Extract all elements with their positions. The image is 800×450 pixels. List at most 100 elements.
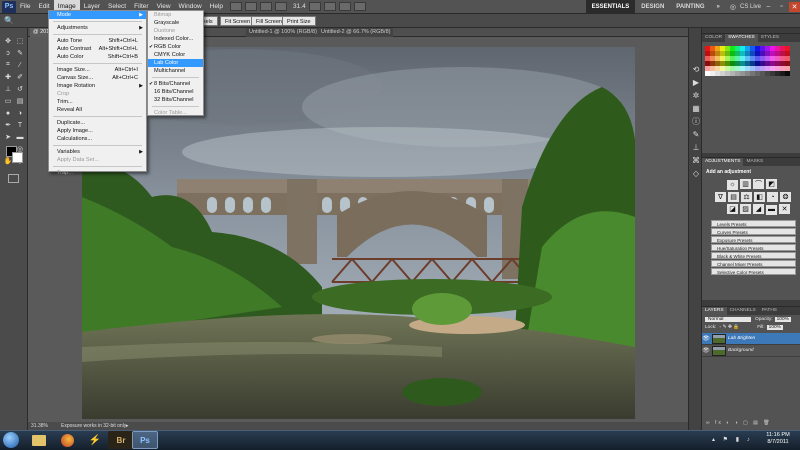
- mode-menu-item-multichannel[interactable]: Multichannel: [148, 67, 203, 75]
- navigator-icon[interactable]: ✲: [691, 90, 701, 100]
- workspace-more[interactable]: »: [711, 0, 726, 14]
- image-menu-item-image-rotation[interactable]: Image Rotation ▶: [49, 82, 146, 90]
- minibridge-button[interactable]: [245, 2, 258, 11]
- fit-screen-button[interactable]: Fit Screen: [220, 16, 256, 26]
- image-menu-item-variables[interactable]: Variables ▶: [49, 148, 146, 156]
- blend-mode-select[interactable]: Normal: [705, 317, 751, 322]
- layers-footer-icons[interactable]: ∞ fx ◐ ◑ ▢ ▤ 🗑: [706, 420, 772, 426]
- history-brush-tool-icon[interactable]: ↺: [15, 84, 25, 94]
- explorer-icon[interactable]: [26, 431, 52, 449]
- mode-menu-item-lab-color[interactable]: Lab Color: [148, 59, 203, 67]
- status-menu-arrow-icon[interactable]: ▸: [126, 422, 129, 430]
- quick-select-tool-icon[interactable]: ✎: [15, 48, 25, 58]
- mode-menu-item-8-bits-channel[interactable]: ✔ 8 Bits/Channel: [148, 80, 203, 88]
- start-button[interactable]: [3, 432, 19, 448]
- vibrance-icon[interactable]: ∇: [715, 191, 726, 202]
- tab-adjustments[interactable]: ADJUSTMENTS: [702, 158, 744, 166]
- info-icon[interactable]: ⓘ: [691, 116, 701, 126]
- image-menu-item-auto-color[interactable]: Auto Color Shift+Ctrl+B: [49, 53, 146, 61]
- selective-color-icon[interactable]: ✕: [779, 204, 790, 214]
- tab-styles[interactable]: STYLES: [758, 34, 782, 42]
- type-tool-icon[interactable]: T: [15, 120, 25, 130]
- cs-live-button[interactable]: CS Live: [740, 4, 761, 10]
- preset-channel-mixer-presets[interactable]: Channel Mixer Presets: [711, 259, 796, 267]
- background-color-swatch[interactable]: [12, 152, 23, 163]
- color-balance-icon[interactable]: ⚖: [741, 191, 752, 202]
- levels-icon[interactable]: ▥: [740, 179, 751, 189]
- winamp-icon[interactable]: ⚡: [82, 431, 108, 449]
- history-icon[interactable]: ⟲: [691, 64, 701, 74]
- mode-menu-item-cmyk-color[interactable]: CMYK Color: [148, 51, 203, 59]
- brush-presets-icon[interactable]: ✎: [691, 129, 701, 139]
- move-tool-icon[interactable]: ✥: [3, 36, 13, 46]
- mode-menu-item-16-bits-channel[interactable]: 16 Bits/Channel: [148, 88, 203, 96]
- visibility-eye-icon[interactable]: 👁: [702, 335, 710, 342]
- rotate-view-button[interactable]: [323, 2, 336, 11]
- tab-untitled-1[interactable]: Untitled-1 @ 100% (RGB/8): [246, 28, 320, 37]
- tab-paths[interactable]: PATHS: [759, 307, 780, 315]
- image-menu-item-image-size[interactable]: Image Size... Alt+Ctrl+I: [49, 66, 146, 74]
- clone-source-icon[interactable]: ⊥: [691, 142, 701, 152]
- dodge-tool-icon[interactable]: ◑: [15, 108, 25, 118]
- tray-icons[interactable]: ▴ ⚑ ▮ ♪: [712, 436, 753, 443]
- cs-live-icon[interactable]: ◎: [730, 3, 736, 11]
- workspace-design[interactable]: DESIGN: [635, 0, 670, 14]
- image-menu-item-canvas-size[interactable]: Canvas Size... Alt+Ctrl+C: [49, 74, 146, 82]
- threshold-icon[interactable]: ◢: [753, 204, 764, 214]
- hue-saturation-icon[interactable]: ▤: [728, 191, 739, 202]
- image-menu-item-adjustments[interactable]: Adjustments ▶: [49, 24, 146, 32]
- hand-tool-button[interactable]: [308, 2, 321, 11]
- tab-channels[interactable]: CHANNELS: [727, 307, 759, 315]
- screen-mode-button[interactable]: [353, 2, 366, 11]
- arrange-documents-button[interactable]: [338, 2, 351, 11]
- photo-filter-icon[interactable]: ◔: [767, 192, 778, 202]
- system-clock[interactable]: 11:16 PM 8/7/2011: [760, 432, 796, 446]
- blur-tool-icon[interactable]: ●: [3, 108, 13, 118]
- opacity-input[interactable]: 100%: [774, 317, 791, 322]
- layer-name[interactable]: Lab Brighten: [728, 336, 755, 341]
- pen-tool-icon[interactable]: ✒: [3, 120, 13, 130]
- image-menu-item-apply-image[interactable]: Apply Image...: [49, 127, 146, 135]
- shape-tool-icon[interactable]: ▬: [15, 132, 25, 142]
- layer-row[interactable]: 👁 Lab Brighten: [702, 333, 800, 345]
- image-menu-item-trim[interactable]: Trim...: [49, 98, 146, 106]
- invert-icon[interactable]: ◪: [727, 204, 738, 214]
- mode-menu-item-indexed-color[interactable]: Indexed Color...: [148, 35, 203, 43]
- image-menu-item-calculations[interactable]: Calculations...: [49, 135, 146, 143]
- status-zoom[interactable]: 31.38%: [31, 422, 48, 430]
- brightness-contrast-icon[interactable]: ☼: [727, 179, 738, 190]
- preset-hue-saturation-presets[interactable]: Hue/Saturation Presets: [711, 243, 796, 251]
- posterize-icon[interactable]: ▨: [740, 204, 751, 214]
- preset-levels-presets[interactable]: Levels Presets: [711, 219, 796, 227]
- menu-help[interactable]: Help: [206, 0, 227, 14]
- eyedropper-tool-icon[interactable]: ⁄: [15, 60, 25, 70]
- histogram-icon[interactable]: ▦: [691, 103, 701, 113]
- 3d-icon[interactable]: ◇: [691, 168, 701, 178]
- curves-icon[interactable]: ⌒: [753, 179, 764, 189]
- actions-icon[interactable]: ▶: [691, 77, 701, 87]
- image-menu-item-duplicate[interactable]: Duplicate...: [49, 119, 146, 127]
- preset-black-white-presets[interactable]: Black & White Presets: [711, 251, 796, 259]
- exposure-icon[interactable]: ◩: [766, 179, 777, 189]
- eraser-tool-icon[interactable]: ▭: [3, 96, 13, 106]
- bridge-app-icon[interactable]: Br: [108, 431, 134, 449]
- swatch-grid[interactable]: [702, 42, 800, 80]
- view-extras-button[interactable]: [260, 2, 273, 11]
- healing-brush-tool-icon[interactable]: ✚: [3, 72, 13, 82]
- workspace-painting[interactable]: PAINTING: [670, 0, 710, 14]
- clone-stamp-tool-icon[interactable]: ⊥: [3, 84, 13, 94]
- image-menu-item-auto-contrast[interactable]: Auto Contrast Alt+Shift+Ctrl+L: [49, 45, 146, 53]
- preset-exposure-presets[interactable]: Exposure Presets: [711, 235, 796, 243]
- zoom-level[interactable]: 31.4: [293, 3, 306, 10]
- preset-curves-presets[interactable]: Curves Presets: [711, 227, 796, 235]
- photoshop-app-icon[interactable]: Ps: [132, 431, 158, 449]
- mode-menu-item-rgb-color[interactable]: ✔ RGB Color: [148, 43, 203, 51]
- image-menu-item-mode[interactable]: Mode ▶: [49, 11, 146, 19]
- tab-swatches[interactable]: SWATCHES: [725, 34, 758, 42]
- bridge-button[interactable]: [230, 2, 243, 11]
- tool-presets-icon[interactable]: ⌘: [691, 155, 701, 165]
- image-menu-item-auto-tone[interactable]: Auto Tone Shift+Ctrl+L: [49, 37, 146, 45]
- swatch[interactable]: [785, 71, 790, 76]
- tab-untitled-2[interactable]: Untitled-2 @ 66.7% (RGB/8): [318, 28, 394, 37]
- layer-row[interactable]: 👁 Background: [702, 345, 800, 357]
